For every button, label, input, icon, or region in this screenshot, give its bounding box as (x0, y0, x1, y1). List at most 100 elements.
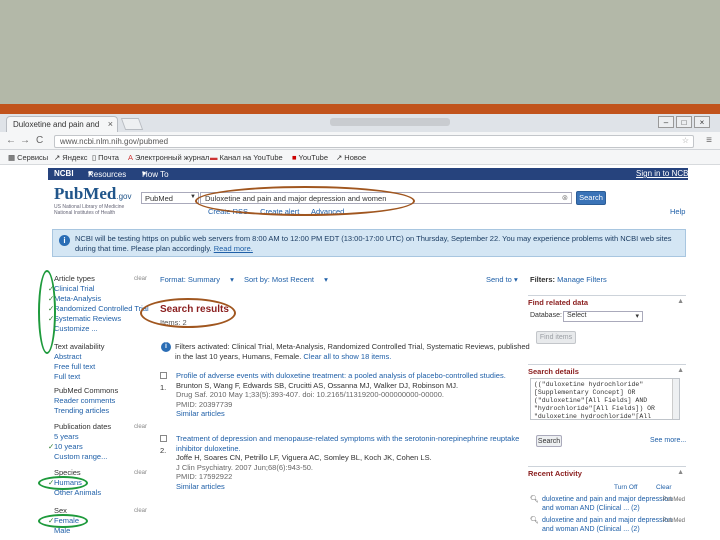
reload-icon[interactable]: C (36, 135, 43, 146)
maximize-icon[interactable]: □ (676, 116, 692, 128)
filter-free-full-text[interactable]: Free full text (54, 362, 104, 372)
result-citation: Drug Saf. 2010 May 1;33(5):393-407. doi:… (176, 390, 444, 399)
bookmark-item[interactable]: ▦ Сервисы (8, 153, 48, 162)
recent-activity-item[interactable]: 🔍︎ duloxetine and pain and major depress… (530, 496, 685, 513)
notice-read-more-link[interactable]: Read more. (214, 244, 253, 253)
filter-systematic-reviews[interactable]: Systematic Reviews (54, 314, 149, 324)
database-select[interactable]: PubMed ▼ (141, 192, 199, 204)
database-tag: PubMed (662, 518, 685, 524)
filter-clear-link[interactable]: clear (134, 276, 147, 282)
result-checkbox[interactable] (160, 372, 167, 379)
turn-off-link[interactable]: Turn Off (614, 484, 637, 491)
filter-group-text-availability: Text availability Abstract Free full tex… (54, 342, 104, 382)
similar-articles-link[interactable]: Similar articles (176, 409, 530, 419)
filter-group-article-types: Article types Clinical Trial Meta-Analys… (54, 274, 149, 334)
filter-clear-link[interactable]: clear (134, 424, 147, 430)
browser-tab[interactable]: Duloxetine and pain and × (6, 116, 118, 132)
pubmed-logo[interactable]: PubMed.gov (54, 184, 131, 204)
result-item: 1. Profile of adverse events with duloxe… (160, 371, 530, 419)
collapse-icon[interactable]: ▲ (677, 367, 684, 374)
bookmark-star-icon[interactable]: ☆ (682, 136, 689, 145)
see-more-link[interactable]: See more... (650, 437, 686, 444)
filter-abstract[interactable]: Abstract (54, 352, 104, 362)
search-icon: 🔍︎ (530, 496, 539, 503)
bookmark-item[interactable]: ▬ Канал на YouTube (210, 153, 283, 162)
related-database-select[interactable]: Select ▾ (563, 311, 643, 322)
result-pmid: PMID: 17592922 (176, 472, 233, 481)
close-tab-icon[interactable]: × (108, 119, 113, 129)
filter-heading: PubMed Commons (54, 386, 119, 395)
filter-clear-link[interactable]: clear (134, 508, 147, 514)
annotation-oval-article-types (38, 270, 56, 354)
clear-icon[interactable]: ⊗ (562, 193, 568, 202)
result-number: 2. (160, 446, 167, 455)
scrollbar[interactable] (672, 379, 679, 419)
url-input[interactable]: www.ncbi.nlm.nih.gov/pubmed ☆ (54, 135, 694, 148)
bookmarks-bar: ▦ Сервисы ↗ Яндекс ▯ Почта A Электронный жур… (0, 150, 720, 165)
tab-title: Duloxetine and pain and (13, 120, 100, 129)
filter-clear-link[interactable]: clear (134, 470, 147, 476)
annotation-oval-query (195, 186, 415, 216)
new-tab-button[interactable] (120, 118, 144, 130)
filter-full-text[interactable]: Full text (54, 372, 104, 382)
nlm-subtitle: US National Library of Medicine National… (54, 204, 125, 216)
maintenance-notice: i NCBI will be testing https on public w… (52, 229, 686, 257)
panel-heading: Find related data (528, 298, 589, 307)
find-items-button[interactable]: Find items (536, 331, 576, 344)
slide-accent-bar (0, 104, 720, 114)
clear-all-link[interactable]: Clear all to show 18 items. (303, 352, 391, 361)
ncbi-home-link[interactable]: NCBI (54, 169, 74, 178)
result-citation: J Clin Psychiatry. 2007 Jun;68(6):943-50… (176, 462, 314, 472)
details-search-button[interactable]: Search (536, 435, 562, 447)
search-details-textarea[interactable]: (("duloxetine hydrochloride"[Supplementa… (530, 378, 680, 420)
window-controls: – □ × (656, 116, 710, 128)
bookmark-item[interactable]: ■ YouTube (292, 153, 328, 162)
filter-trending[interactable]: Trending articles (54, 406, 118, 416)
collapse-icon[interactable]: ▲ (677, 298, 684, 305)
bookmark-item[interactable]: ↗ Новое (336, 153, 366, 162)
minimize-icon[interactable]: – (658, 116, 674, 128)
close-window-icon[interactable]: × (694, 116, 710, 128)
back-icon[interactable]: ← (6, 135, 16, 146)
forward-icon[interactable]: → (20, 135, 30, 146)
bookmark-item[interactable]: ↗ Яндекс (54, 153, 88, 162)
filters-header: Filters: Manage Filters (530, 275, 607, 284)
filter-10-years[interactable]: 10 years (54, 442, 111, 452)
search-button[interactable]: Search (576, 191, 606, 205)
menu-icon[interactable]: ≡ (706, 135, 712, 146)
info-icon: i (161, 342, 171, 352)
format-dropdown[interactable]: Format: Summary ▾ (160, 275, 234, 284)
filter-5-years[interactable]: 5 years (54, 432, 111, 442)
url-text: www.ncbi.nlm.nih.gov/pubmed (60, 137, 169, 146)
info-icon: i (59, 235, 70, 246)
panel-heading: Recent Activity (528, 469, 582, 478)
manage-filters-link[interactable]: Manage Filters (557, 275, 607, 284)
filter-reader-comments[interactable]: Reader comments (54, 396, 118, 406)
clear-activity-link[interactable]: Clear (656, 484, 672, 491)
signin-link[interactable]: Sign in to NCBI (636, 169, 691, 178)
filter-rct[interactable]: Randomized Controlled Trial (54, 304, 149, 314)
filter-clinical-trial[interactable]: Clinical Trial (54, 284, 149, 294)
bookmark-item[interactable]: A Электронный журнал (128, 153, 209, 162)
filter-custom-range[interactable]: Custom range... (54, 452, 111, 462)
similar-articles-link[interactable]: Similar articles (176, 482, 530, 492)
recent-activity-item[interactable]: 🔍︎ duloxetine and pain and major depress… (530, 517, 685, 534)
filter-meta-analysis[interactable]: Meta-Analysis (54, 294, 149, 304)
result-title-link[interactable]: Treatment of depression and menopause-re… (176, 434, 530, 453)
filter-heading: Publication dates (54, 422, 112, 431)
howto-menu[interactable]: How To ▾ (142, 169, 169, 179)
database-label: Database: (530, 312, 562, 319)
result-authors: Joffe H, Soares CN, Petrillo LF, Viguera… (176, 453, 432, 462)
bookmark-item[interactable]: ▯ Почта (92, 153, 119, 162)
resources-menu[interactable]: Resources ▾ (88, 169, 126, 179)
result-title-link[interactable]: Profile of adverse events with duloxetin… (176, 371, 530, 381)
result-checkbox[interactable] (160, 435, 167, 442)
sort-dropdown[interactable]: Sort by: Most Recent ▾ (244, 275, 328, 284)
collapse-icon[interactable]: ▲ (677, 469, 684, 476)
send-to-dropdown[interactable]: Send to ▾ (486, 275, 518, 284)
help-link[interactable]: Help (670, 207, 685, 216)
result-number: 1. (160, 383, 167, 392)
annotation-oval-female (38, 514, 88, 528)
filter-customize[interactable]: Customize ... (54, 324, 149, 334)
panel-heading: Search details (528, 367, 579, 376)
